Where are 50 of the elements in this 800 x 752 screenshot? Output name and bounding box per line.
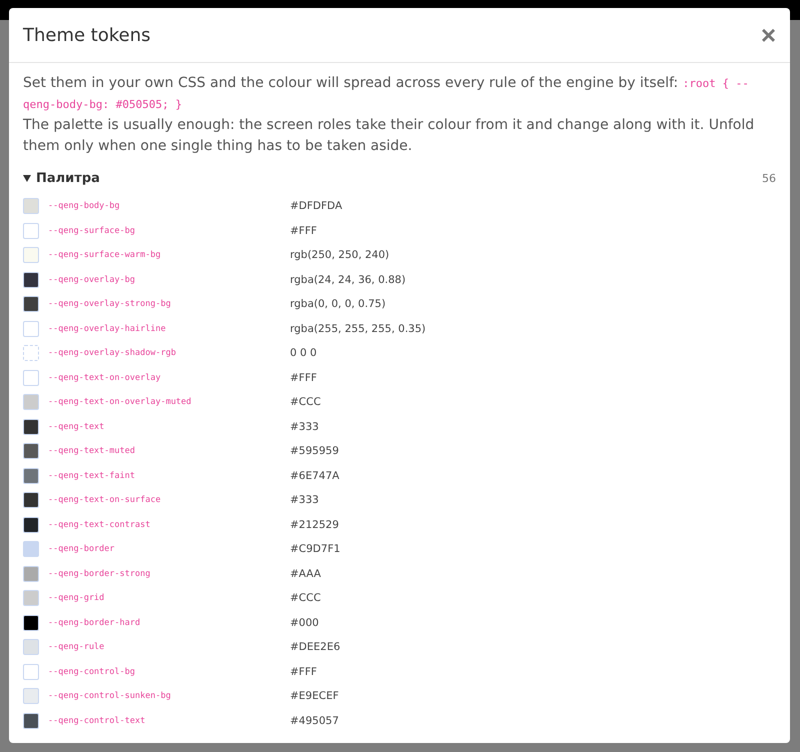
- token-name: --qeng-overlay-hairline: [48, 324, 167, 334]
- token-name: --qeng-overlay-strong-bg: [48, 299, 172, 310]
- token-value: rgba(255, 255, 255, 0.35): [290, 322, 427, 335]
- token-value: #CCC: [290, 396, 322, 408]
- token-value: #6E747A: [290, 470, 340, 482]
- token-name: --qeng-text-on-overlay: [48, 372, 162, 383]
- token-name: --qeng-control-text: [48, 716, 146, 726]
- token-name: --qeng-surface-warm-bg: [48, 250, 162, 260]
- token-value: #212529: [290, 518, 340, 531]
- token-value: #FFF: [290, 666, 318, 678]
- token-value: #AAA: [290, 568, 322, 580]
- dialog-title: Theme tokens: [23, 24, 151, 46]
- token-value: rgba(24, 24, 36, 0.88): [290, 274, 407, 286]
- token-value: #C9D7F1: [290, 543, 342, 556]
- token-value: #000: [290, 616, 320, 629]
- token-name: --qeng-grid: [48, 593, 106, 604]
- token-name: --qeng-text-on-surface: [48, 495, 162, 506]
- intro-text: Set them in your own CSS and the colour will spread across every rule of the engine by itself: :root { --qeng-body-bg: #050505; }: [23, 74, 750, 113]
- token-value: #333: [290, 494, 320, 506]
- token-name: --qeng-overlay-bg: [48, 274, 136, 285]
- token-name: --qeng-overlay-shadow-rgb: [48, 348, 177, 358]
- token-value: #595959: [290, 445, 340, 458]
- token-name: --qeng-control-bg: [48, 666, 136, 677]
- token-name: --qeng-text: [48, 422, 106, 432]
- token-value: #DEE2E6: [290, 641, 342, 654]
- section-toggle[interactable]: Палитра: [23, 171, 100, 186]
- token-name: --qeng-text-contrast: [48, 520, 152, 530]
- token-name: --qeng-border-strong: [48, 568, 152, 579]
- token-count: 56: [762, 172, 776, 185]
- note-text: The palette is usually enough: the screen roles take their colour from it and change along with it. Unfold them only when one single thing has to be taken aside.: [23, 116, 756, 156]
- token-value: #CCC: [290, 592, 322, 604]
- token-name: --qeng-border: [48, 544, 116, 554]
- token-value: #FFF: [290, 372, 318, 384]
- token-name: --qeng-border-hard: [48, 618, 142, 628]
- token-value: rgb(250, 250, 240): [290, 249, 390, 262]
- token-name: --qeng-text-faint: [48, 470, 136, 481]
- token-value: #495057: [290, 714, 340, 727]
- token-name: --qeng-body-bg: [48, 201, 121, 212]
- token-name: --qeng-text-muted: [48, 446, 136, 456]
- token-value: #E9ECEF: [290, 690, 340, 702]
- close-button[interactable]: ×: [760, 25, 776, 45]
- token-value: 0 0 0: [290, 347, 318, 360]
- token-value: rgba(0, 0, 0, 0.75): [290, 298, 387, 310]
- token-name: --qeng-control-sunken-bg: [48, 691, 172, 702]
- token-name: --qeng-surface-bg: [48, 226, 136, 236]
- token-value: #FFF: [290, 224, 318, 237]
- token-name: --qeng-text-on-overlay-muted: [48, 397, 192, 408]
- token-value: #333: [290, 420, 320, 433]
- token-name: --qeng-rule: [48, 642, 106, 652]
- token-value: #DFDFDA: [290, 200, 344, 212]
